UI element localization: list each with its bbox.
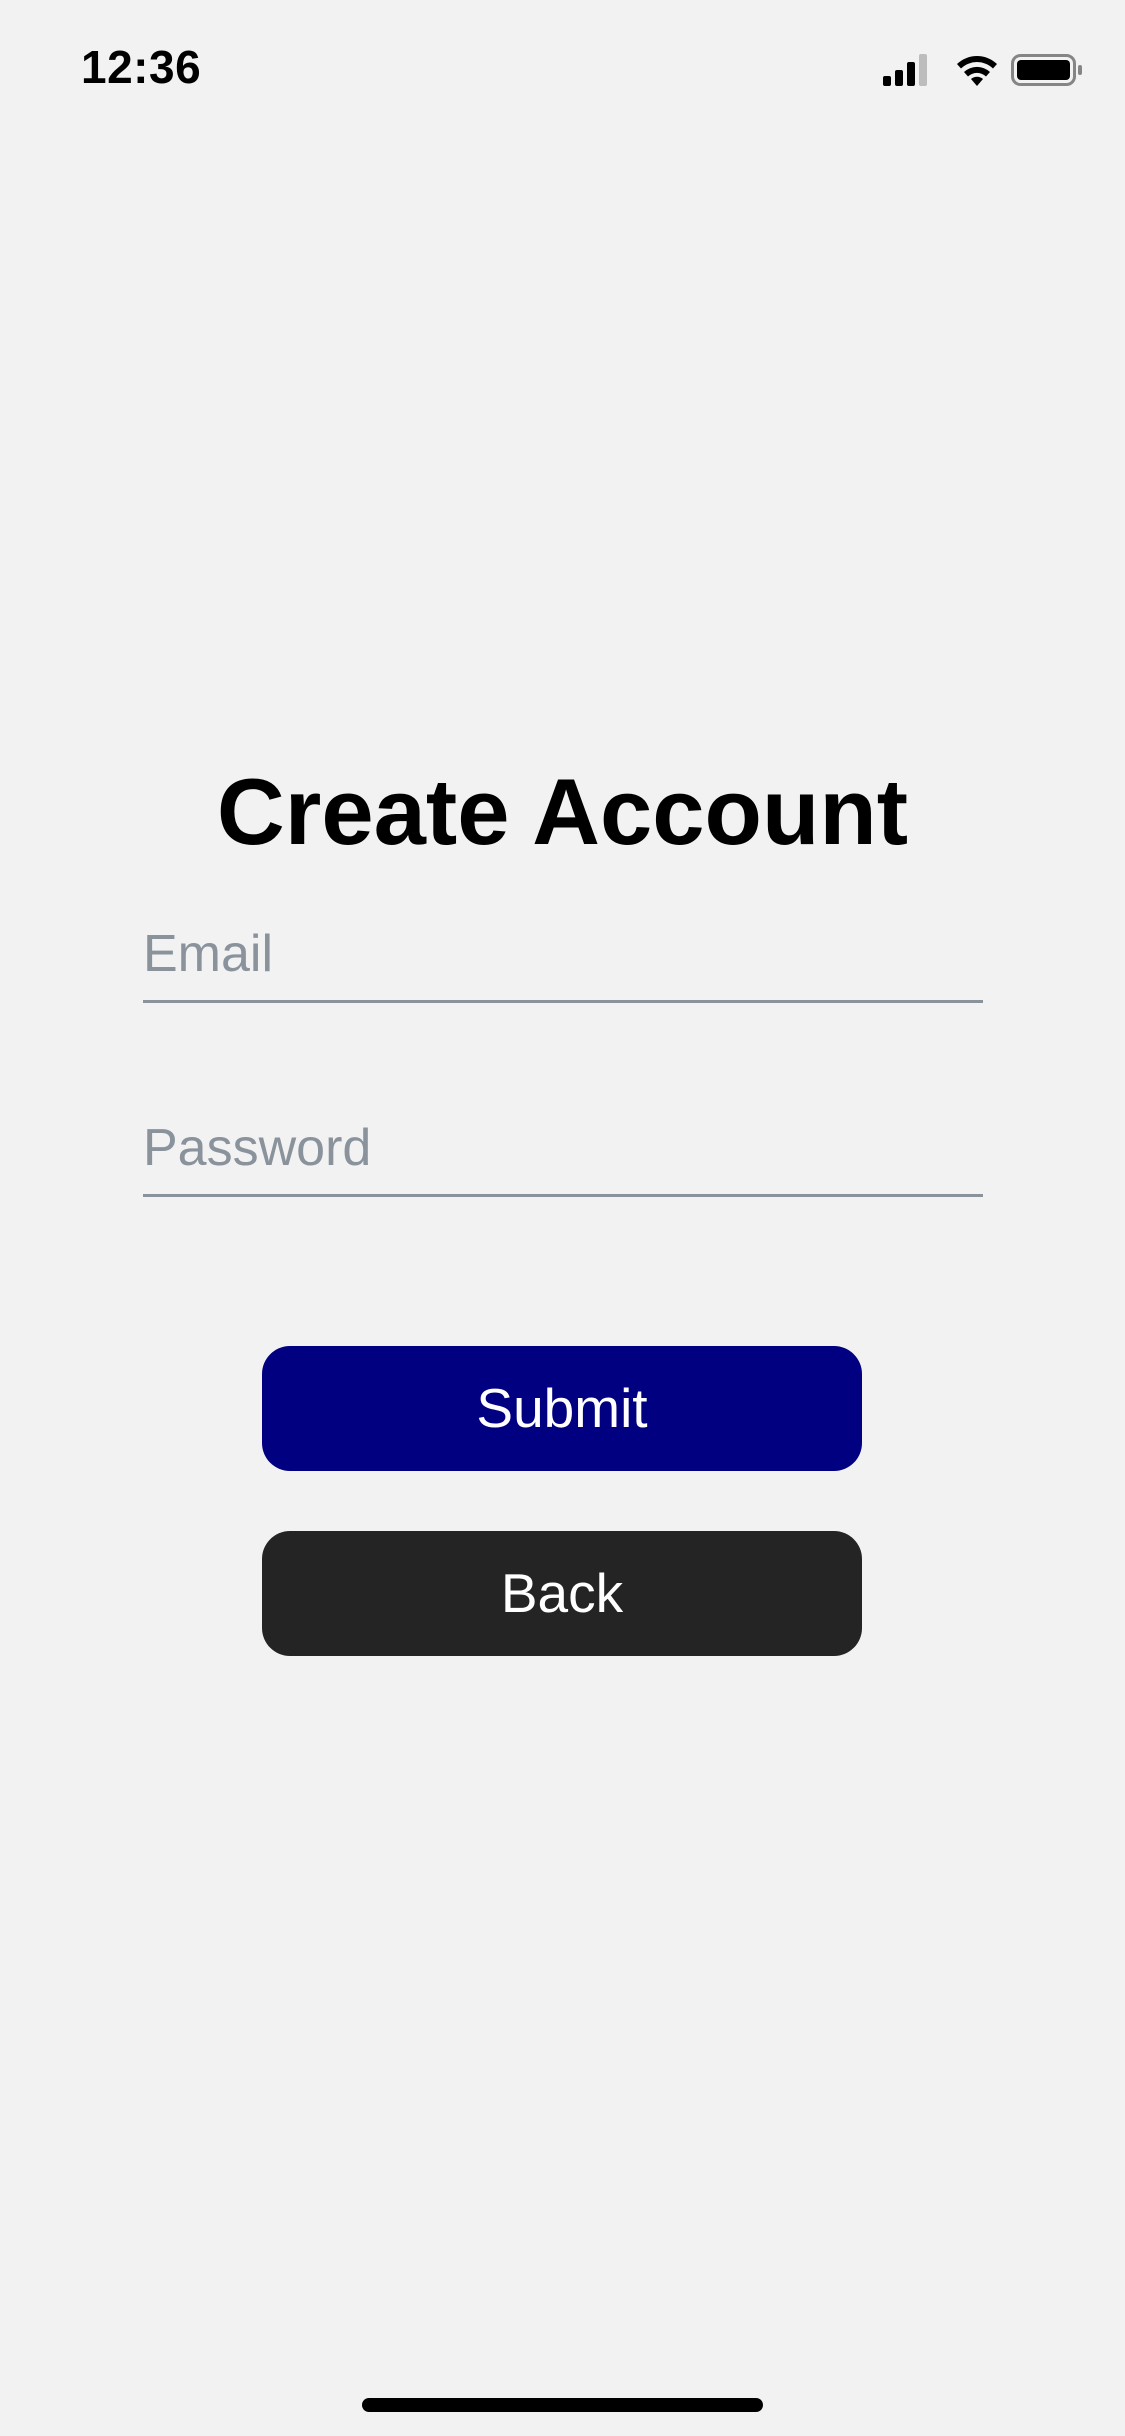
- cellular-signal-icon: [883, 54, 927, 86]
- status-icons-svg: [883, 54, 1082, 86]
- home-indicator[interactable]: [362, 2398, 763, 2412]
- status-time: 12:36: [81, 41, 202, 93]
- back-button[interactable]: Back: [262, 1531, 862, 1656]
- wifi-icon: [957, 56, 997, 86]
- email-field[interactable]: [143, 908, 983, 1003]
- password-field[interactable]: [143, 1102, 983, 1197]
- email-input[interactable]: [143, 908, 983, 1000]
- submit-button[interactable]: Submit: [262, 1346, 862, 1471]
- password-input[interactable]: [143, 1102, 983, 1194]
- status-bar: 12:36: [0, 0, 1125, 132]
- status-icons: [883, 50, 1083, 90]
- page-title: Create Account: [216, 759, 909, 864]
- battery-icon: [1011, 54, 1082, 86]
